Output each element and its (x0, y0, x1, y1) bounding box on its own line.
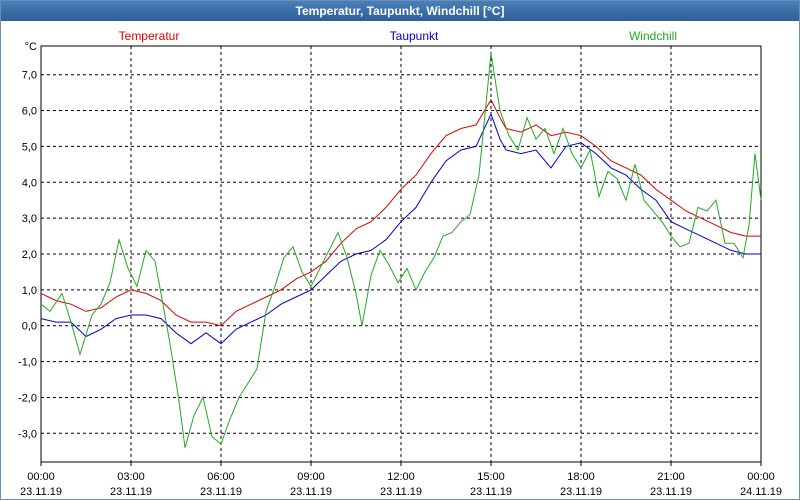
y-tick-label: -1,0 (18, 357, 37, 369)
x-tick-time: 06:00 (207, 471, 235, 483)
x-tick-time: 00:00 (27, 471, 55, 483)
y-axis-unit: °C (25, 41, 37, 53)
chart-window: Temperatur, Taupunkt, Windchill [°C] -3,… (0, 0, 800, 500)
y-tick-label: 4,0 (22, 177, 37, 189)
series-line-temperatur (40, 98, 761, 327)
line-chart: -3,0 -2,0 -1,0 0,0 1,0 2,0 3,0 4,0 5,0 6,0 7,0 °C 00… (18, 29, 782, 498)
legend-temperatur: Temperatur (119, 29, 180, 43)
x-tick-date: 23.11.19 (200, 486, 242, 498)
y-tick-label: 1,0 (22, 285, 37, 297)
y-tick-label: 6,0 (22, 106, 37, 118)
x-tick-time: 03:00 (117, 471, 145, 483)
x-tick-time: 00:00 (747, 471, 775, 483)
y-tick-label: 7,0 (22, 70, 37, 82)
window-title: Temperatur, Taupunkt, Windchill [°C] (1, 1, 799, 21)
x-tick-time: 12:00 (387, 471, 415, 483)
legend-taupunkt: Taupunkt (390, 29, 439, 43)
x-tick-date: 23.11.19 (650, 486, 692, 498)
x-tick-time: 18:00 (567, 471, 595, 483)
y-tick-label: 2,0 (22, 249, 37, 261)
x-tick-date: 23.11.19 (110, 486, 152, 498)
x-tick-date: 23.11.19 (380, 486, 422, 498)
y-tick-label: -3,0 (18, 428, 37, 440)
x-tick-date: 23.11.19 (470, 486, 512, 498)
x-tick-time: 15:00 (477, 471, 505, 483)
x-tick-time: 09:00 (297, 471, 325, 483)
y-tick-label: 3,0 (22, 213, 37, 225)
x-tick-date: 23.11.19 (290, 486, 332, 498)
x-tick-date: 23.11.19 (560, 486, 602, 498)
y-tick-label: -2,0 (18, 392, 37, 404)
legend-windchill: Windchill (629, 29, 677, 43)
y-tick-label: 0,0 (22, 321, 37, 333)
x-tick-date: 24.11.19 (740, 486, 782, 498)
x-tick-time: 21:00 (657, 471, 685, 483)
x-tick-date: 23.11.19 (20, 486, 62, 498)
y-tick-label: 5,0 (22, 141, 37, 153)
